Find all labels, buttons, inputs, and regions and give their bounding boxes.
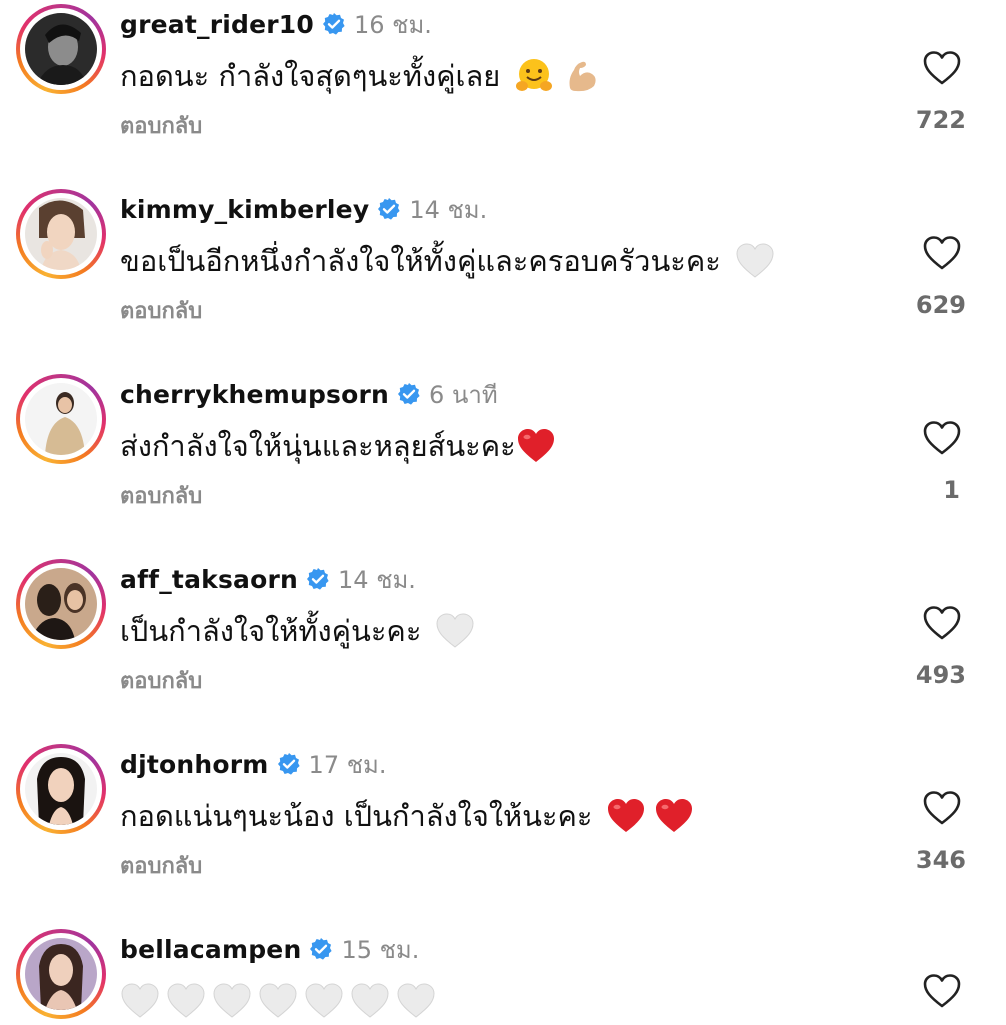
comment-text: เป็นกำลังใจให้ทั้งคู่นะคะ — [120, 614, 422, 648]
like-heart-icon[interactable] — [922, 235, 962, 271]
comment-username[interactable]: kimmy_kimberley — [120, 195, 369, 224]
red-heart-emoji — [517, 429, 554, 462]
flexed-biceps-emoji — [569, 61, 596, 92]
story-ring[interactable] — [16, 189, 106, 279]
like-count: 493 — [915, 661, 966, 689]
avatar[interactable] — [25, 753, 97, 825]
comment-item: aff_taksaorn 14 ชม. เป็นกำลังใจให้ทั้งคู… — [0, 557, 1006, 742]
reply-button[interactable]: ตอบกลับ — [120, 478, 202, 513]
comment-item: djtonhorm 17 ชม. กอดแน่นๆนะน้อง เป็นกำลั… — [0, 742, 1006, 927]
comment-item: kimmy_kimberley 14 ชม. ขอเป็นอีกหนึ่งกำล… — [0, 187, 1006, 372]
comment-username[interactable]: aff_taksaorn — [120, 565, 298, 594]
verified-badge-icon — [277, 753, 300, 775]
comment-text: กอดนะ กำลังใจสุดๆนะทั้งคู่เลย — [120, 59, 501, 93]
white-heart-emoji — [213, 983, 251, 1018]
like-heart-icon[interactable] — [922, 420, 962, 456]
like-heart-icon[interactable] — [922, 973, 962, 1009]
reply-button[interactable]: ตอบกลับ — [120, 848, 202, 883]
comment-username[interactable]: great_rider10 — [120, 10, 314, 39]
white-heart-emoji — [167, 983, 205, 1018]
reply-button[interactable]: ตอบกลับ — [120, 108, 202, 143]
hugging-face-emoji — [516, 59, 553, 91]
verified-badge-icon — [378, 198, 400, 220]
red-heart-emoji — [608, 799, 645, 832]
avatar[interactable] — [25, 383, 97, 455]
red-heart-emoji — [656, 799, 693, 832]
white-heart-emoji — [736, 243, 774, 278]
white-heart-emoji — [121, 983, 159, 1018]
comment-item: bellacampen 15 ชม. — [0, 927, 1006, 1024]
avatar[interactable] — [25, 938, 97, 1010]
avatar[interactable] — [25, 198, 97, 270]
like-heart-icon[interactable] — [922, 790, 962, 826]
comment-text: ส่งกำลังใจให้นุ่นและหลุยส์นะคะ — [120, 429, 516, 463]
comment-text: ขอเป็นอีกหนึ่งกำลังใจให้ทั้งคู่และครอบคร… — [120, 244, 721, 278]
verified-badge-icon — [307, 568, 329, 590]
white-heart-emoji — [436, 613, 474, 648]
comment-username[interactable]: cherrykhemupsorn — [120, 380, 389, 409]
comment-item: great_rider10 16 ชม. กอดนะ กำลังใจสุดๆนะ… — [0, 2, 1006, 187]
like-count: 1 — [943, 476, 960, 504]
comment-username[interactable]: djtonhorm — [120, 750, 269, 779]
white-heart-emoji — [305, 983, 343, 1018]
story-ring[interactable] — [16, 744, 106, 834]
comment-timestamp: 6 นาที — [429, 380, 498, 409]
white-heart-emoji — [351, 983, 389, 1018]
like-count: 722 — [915, 106, 966, 134]
avatar[interactable] — [25, 13, 97, 85]
like-count: 629 — [915, 291, 966, 319]
comment-timestamp: 14 ชม. — [338, 565, 416, 594]
white-heart-emoji — [397, 983, 435, 1018]
like-heart-icon[interactable] — [922, 605, 962, 641]
comment-timestamp: 17 ชม. — [308, 750, 387, 779]
verified-badge-icon — [398, 383, 420, 405]
comment-timestamp: 14 ชม. — [409, 195, 488, 224]
like-count: 346 — [915, 846, 966, 874]
comment-text: กอดแน่นๆนะน้อง เป็นกำลังใจให้นะคะ — [120, 799, 593, 833]
story-ring[interactable] — [16, 374, 106, 464]
story-ring[interactable] — [16, 559, 106, 649]
comment-timestamp: 15 ชม. — [341, 935, 420, 964]
like-heart-icon[interactable] — [922, 50, 962, 86]
comment-timestamp: 16 ชม. — [353, 10, 432, 39]
reply-button[interactable]: ตอบกลับ — [120, 293, 202, 328]
avatar[interactable] — [25, 568, 97, 640]
verified-badge-icon — [310, 938, 333, 960]
verified-badge-icon — [322, 13, 345, 35]
reply-button[interactable]: ตอบกลับ — [120, 663, 202, 698]
story-ring[interactable] — [16, 929, 106, 1019]
comment-username[interactable]: bellacampen — [120, 935, 301, 964]
story-ring[interactable] — [16, 4, 106, 94]
white-heart-emoji — [259, 983, 297, 1018]
comment-item: cherrykhemupsorn 6 นาที ส่งกำลังใจให้นุ่… — [0, 372, 1006, 557]
